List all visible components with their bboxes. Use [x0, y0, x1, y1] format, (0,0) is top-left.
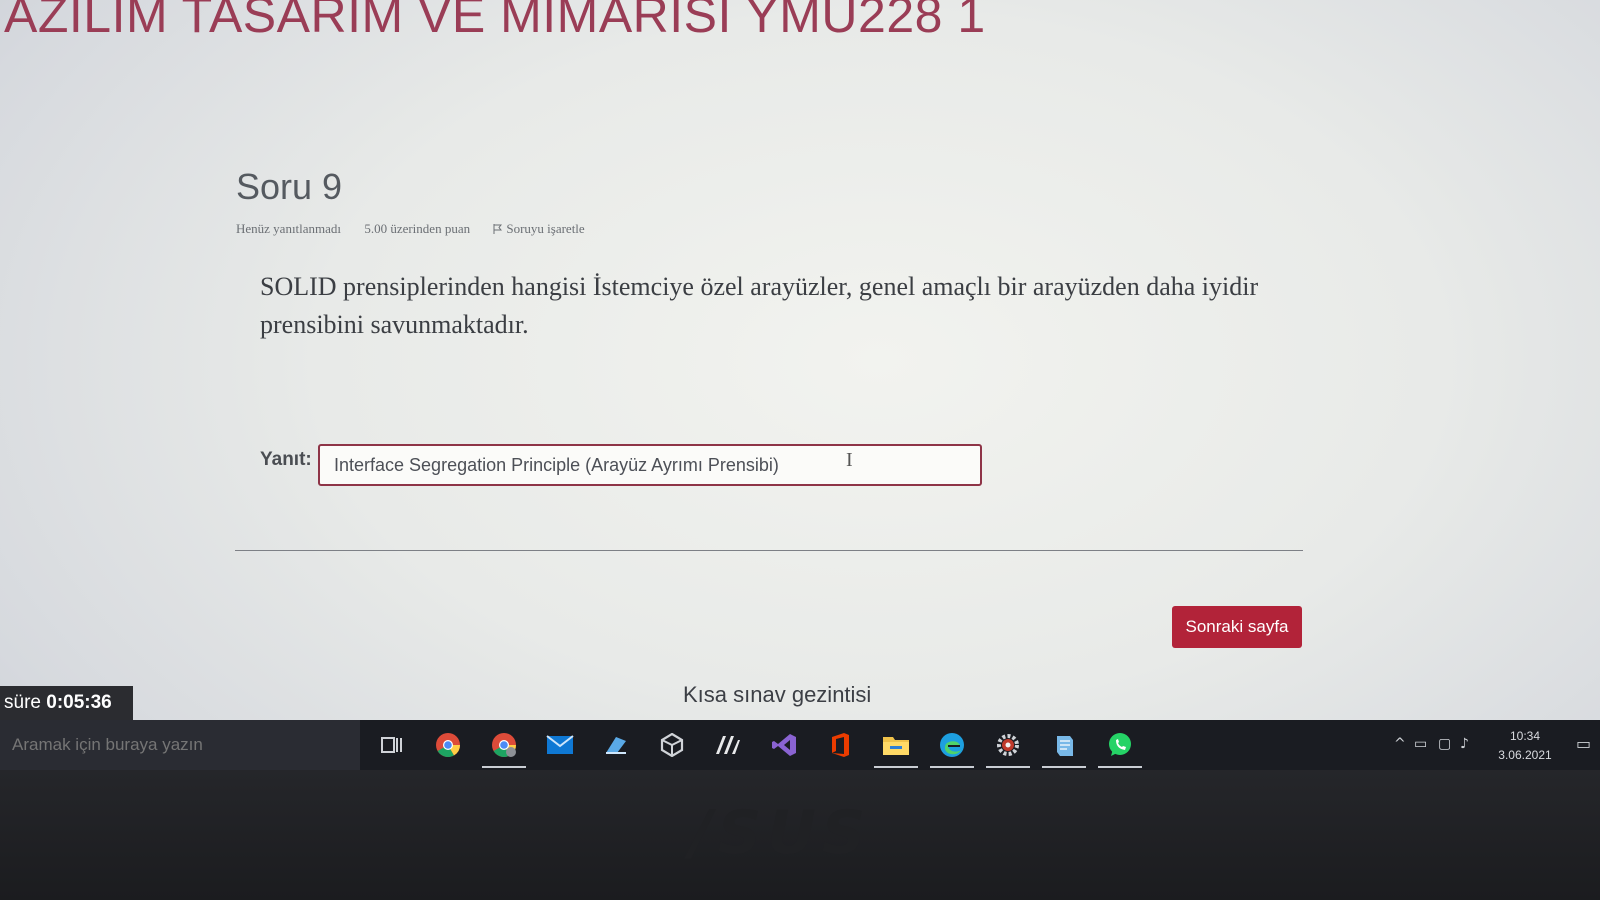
active-indicator [1098, 766, 1142, 768]
clock-time: 10:34 [1509, 729, 1541, 743]
notepad-icon[interactable] [1042, 731, 1086, 768]
app-icon[interactable] [602, 731, 630, 759]
text-cursor-icon: I [846, 449, 853, 471]
answer-input[interactable] [318, 444, 982, 486]
timer: süre 0:05:36 [0, 686, 133, 720]
answer-label: Yanıt: [260, 449, 312, 470]
office-icon[interactable] [826, 731, 854, 759]
timer-value: 0:05:36 [46, 692, 112, 713]
next-page-button[interactable]: Sonraki sayfa [1172, 606, 1302, 648]
question-points: 5.00 üzerinden puan [364, 221, 471, 236]
settings-gear-icon[interactable] [986, 731, 1030, 768]
clock-date: 3.06.2021 [1498, 748, 1552, 762]
network-icon[interactable]: ▢ [1438, 736, 1451, 752]
taskbar-search-input[interactable] [0, 720, 360, 770]
volume-icon[interactable]: ♪ [1460, 736, 1469, 752]
flag-question-label: Soruyu işaretle [506, 221, 585, 236]
laptop-bezel: /SUS [0, 770, 1600, 900]
course-title: AZILIM TASARIM VE MIMARISI YMU228 1 [4, 0, 986, 43]
battery-icon[interactable]: ▭ [1414, 736, 1427, 752]
question-meta: Henüz yanıtlanmadı 5.00 üzerinden puan S… [236, 221, 625, 237]
unity-icon[interactable] [658, 731, 686, 759]
screen: AZILIM TASARIM VE MIMARISI YMU228 1 Soru… [0, 0, 1600, 900]
edge-icon[interactable] [930, 731, 974, 768]
asus-logo: /SUS [690, 798, 872, 868]
notification-icon[interactable]: ▭ [1576, 734, 1591, 753]
chevron-up-icon[interactable]: ^ [1394, 736, 1406, 752]
matlab-icon[interactable] [714, 731, 742, 759]
task-view-icon[interactable] [378, 731, 406, 759]
mail-icon[interactable] [546, 731, 574, 759]
visual-studio-icon[interactable] [770, 731, 798, 759]
quiz-navigation-link[interactable]: Kısa sınav gezintisi [683, 682, 871, 708]
timer-label: süre [4, 692, 41, 713]
active-indicator [874, 766, 918, 768]
active-indicator [930, 766, 974, 768]
flag-icon [493, 224, 503, 234]
question-heading: Soru 9 [236, 166, 343, 207]
active-indicator [482, 766, 526, 768]
question-status: Henüz yanıtlanmadı [236, 221, 342, 236]
active-indicator [1042, 766, 1086, 768]
chrome-icon[interactable] [434, 731, 462, 759]
file-explorer-icon[interactable] [874, 731, 918, 768]
question-text: SOLID prensiplerinden hangisi İstemciye … [260, 272, 1259, 339]
divider [235, 550, 1303, 551]
whatsapp-icon[interactable] [1098, 731, 1142, 768]
active-indicator [986, 766, 1030, 768]
chrome-profile-icon[interactable] [482, 731, 526, 768]
system-tray: ^ ▭ ▢ ♪ 10:34 3.06.2021 ▭ [1360, 720, 1600, 770]
taskbar: ^ ▭ ▢ ♪ 10:34 3.06.2021 ▭ [0, 720, 1600, 770]
clock[interactable]: 10:34 3.06.2021 [1490, 727, 1560, 765]
flag-question-link[interactable]: Soruyu işaretle [493, 221, 604, 236]
